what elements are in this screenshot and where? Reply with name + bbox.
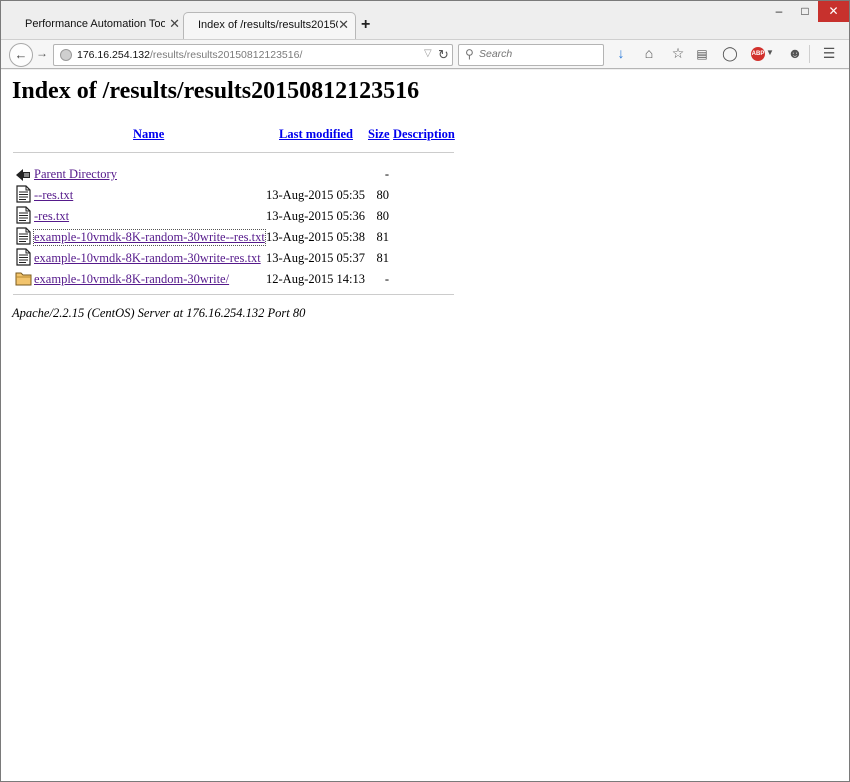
parent-directory-link[interactable]: Parent Directory [34, 167, 117, 182]
folder-link[interactable]: example-10vmdk-8K-random-30write/ [34, 272, 229, 287]
modified-date: 13-Aug-2015 05:36 [266, 209, 365, 223]
sort-by-last-modified-link[interactable]: Last modified [279, 127, 353, 142]
page-content: Index of /results/results20150812123516 … [1, 70, 849, 781]
menu-icon[interactable]: ☰ [819, 45, 839, 62]
list-item: example-10vmdk-8K-random-30write-res.txt… [1, 248, 471, 269]
tab-index-of-results[interactable]: Index of /results/results2015081... ✕ [183, 12, 356, 39]
server-signature: Apache/2.2.15 (CentOS) Server at 176.16.… [12, 306, 306, 320]
divider [13, 152, 454, 153]
adblock-plus-icon[interactable]: ABP [751, 47, 765, 61]
tab-label: Performance Automation Tool ... [25, 18, 165, 30]
bookmark-star-icon[interactable]: ☆ [668, 45, 688, 62]
navigation-toolbar: ← → 176.16.254.132/results/results201508… [1, 39, 849, 69]
download-icon[interactable]: ↓ [611, 45, 631, 61]
text-file-icon [16, 185, 31, 203]
list-item: example-10vmdk-8K-random-30write/ 12-Aug… [1, 269, 471, 290]
modified-date: 13-Aug-2015 05:38 [266, 230, 365, 244]
file-size: - [384, 167, 389, 181]
file-link[interactable]: example-10vmdk-8K-random-30write-res.txt [34, 251, 261, 266]
file-size: - [384, 272, 389, 286]
maximize-button[interactable]: □ [792, 1, 818, 22]
sort-by-description-link[interactable]: Description [393, 127, 455, 142]
search-bar[interactable]: ⚲ [458, 44, 604, 66]
browser-window: Performance Automation Tool ... ✕ Index … [0, 0, 850, 782]
directory-listing: Name Last modified Size Description Pare… [1, 70, 471, 330]
file-size: 80 [376, 188, 390, 202]
arrow-right-icon[interactable]: → [36, 46, 48, 60]
close-window-button[interactable]: ✕ [818, 1, 849, 22]
file-link[interactable]: example-10vmdk-8K-random-30write--res.tx… [33, 229, 266, 246]
minimize-button[interactable]: – [766, 1, 792, 22]
tab-label: Index of /results/results2015081... [198, 19, 338, 31]
home-icon[interactable]: ⌂ [639, 45, 659, 61]
list-item: -res.txt 13-Aug-2015 05:36 80 [1, 206, 471, 227]
sort-by-size-link[interactable]: Size [368, 127, 390, 142]
search-icon: ⚲ [465, 47, 474, 61]
toolbar-separator [809, 45, 810, 63]
chevron-down-icon[interactable]: ▼ [765, 48, 775, 57]
list-item: example-10vmdk-8K-random-30write--res.tx… [1, 227, 471, 248]
pocket-icon[interactable]: ◯ [720, 45, 740, 62]
divider [13, 294, 454, 295]
url-text[interactable]: 176.16.254.132/results/results2015081212… [77, 49, 302, 61]
file-size: 80 [376, 209, 390, 223]
url-path: /results/results20150812123516/ [150, 49, 303, 61]
new-tab-button[interactable]: + [361, 16, 370, 34]
globe-icon [60, 49, 72, 61]
folder-icon [15, 272, 32, 286]
tab-strip: Performance Automation Tool ... ✕ Index … [1, 1, 849, 39]
address-bar[interactable]: 176.16.254.132/results/results2015081212… [53, 44, 453, 66]
file-link[interactable]: --res.txt [34, 188, 73, 203]
modified-date: 13-Aug-2015 05:35 [266, 188, 365, 202]
back-arrow-icon [16, 169, 30, 181]
modified-date: 12-Aug-2015 14:13 [266, 272, 365, 286]
text-file-icon [16, 227, 31, 245]
list-item: --res.txt 13-Aug-2015 05:35 80 [1, 185, 471, 206]
chat-icon[interactable]: ☻ [785, 45, 805, 61]
modified-date: 13-Aug-2015 05:37 [266, 251, 365, 265]
list-item: Parent Directory - [1, 164, 471, 185]
close-tab-icon[interactable]: ✕ [338, 17, 349, 33]
reload-icon[interactable]: ↻ [438, 47, 449, 63]
sort-by-name-link[interactable]: Name [133, 127, 164, 142]
text-file-icon [16, 206, 31, 224]
history-dropdown-icon[interactable]: ▽ [424, 48, 432, 59]
tab-performance-automation-tool[interactable]: Performance Automation Tool ... ✕ [11, 12, 186, 39]
file-size: 81 [376, 251, 390, 265]
file-size: 81 [376, 230, 390, 244]
file-link[interactable]: -res.txt [34, 209, 69, 224]
text-file-icon [16, 248, 31, 266]
close-tab-icon[interactable]: ✕ [169, 16, 180, 32]
url-host: 176.16.254.132 [77, 49, 150, 61]
arrow-left-icon[interactable]: ← [9, 43, 33, 67]
search-input[interactable] [479, 48, 599, 60]
reading-list-icon[interactable]: ▤ [692, 47, 712, 61]
